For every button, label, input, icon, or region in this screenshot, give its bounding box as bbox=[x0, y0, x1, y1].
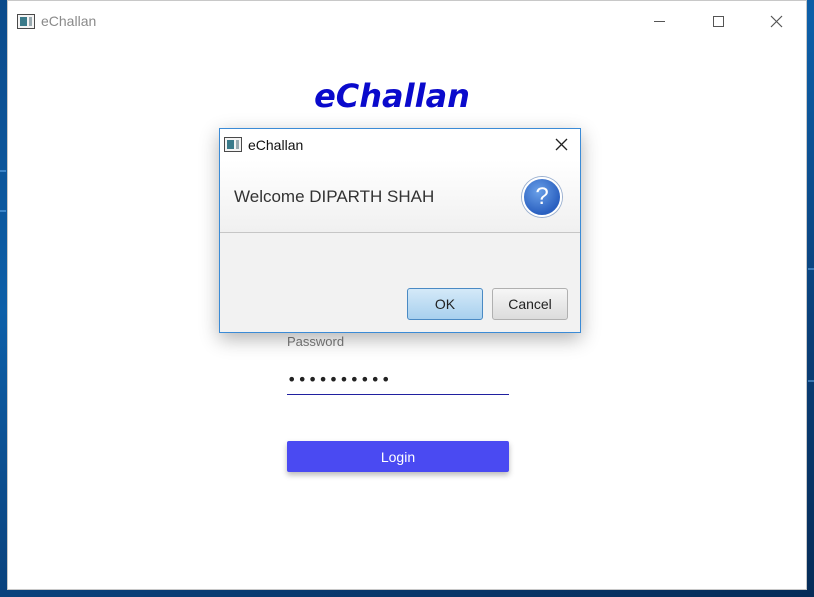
desktop-streak bbox=[808, 380, 814, 382]
dialog-titlebar[interactable]: eChallan bbox=[220, 129, 580, 160]
dialog-close-button[interactable] bbox=[542, 129, 580, 160]
desktop-streak bbox=[808, 268, 814, 270]
close-button[interactable] bbox=[747, 1, 805, 41]
password-label: Password bbox=[287, 334, 345, 349]
minimize-icon bbox=[653, 20, 665, 22]
password-field[interactable] bbox=[287, 365, 509, 395]
close-icon bbox=[555, 138, 567, 151]
dialog-app-icon bbox=[224, 137, 242, 152]
login-button[interactable]: Login bbox=[287, 441, 509, 472]
main-window-title: eChallan bbox=[41, 13, 97, 29]
app-window-icon bbox=[17, 14, 35, 29]
welcome-dialog: eChallan Welcome DIPARTH SHAH ? OK Cance… bbox=[219, 128, 581, 333]
app-heading: eChallan bbox=[314, 77, 470, 115]
maximize-icon bbox=[712, 15, 724, 27]
question-icon: ? bbox=[522, 177, 562, 217]
ok-button[interactable]: OK bbox=[407, 288, 483, 320]
maximize-button[interactable] bbox=[689, 1, 747, 41]
desktop-streak bbox=[0, 170, 6, 172]
cancel-button[interactable]: Cancel bbox=[492, 288, 568, 320]
main-titlebar[interactable]: eChallan bbox=[8, 1, 806, 41]
dialog-title: eChallan bbox=[248, 137, 304, 153]
dialog-header: Welcome DIPARTH SHAH ? bbox=[220, 160, 580, 233]
minimize-button[interactable] bbox=[630, 1, 688, 41]
dialog-message: Welcome DIPARTH SHAH bbox=[234, 187, 435, 206]
close-icon bbox=[770, 15, 782, 27]
desktop-streak bbox=[0, 210, 6, 212]
